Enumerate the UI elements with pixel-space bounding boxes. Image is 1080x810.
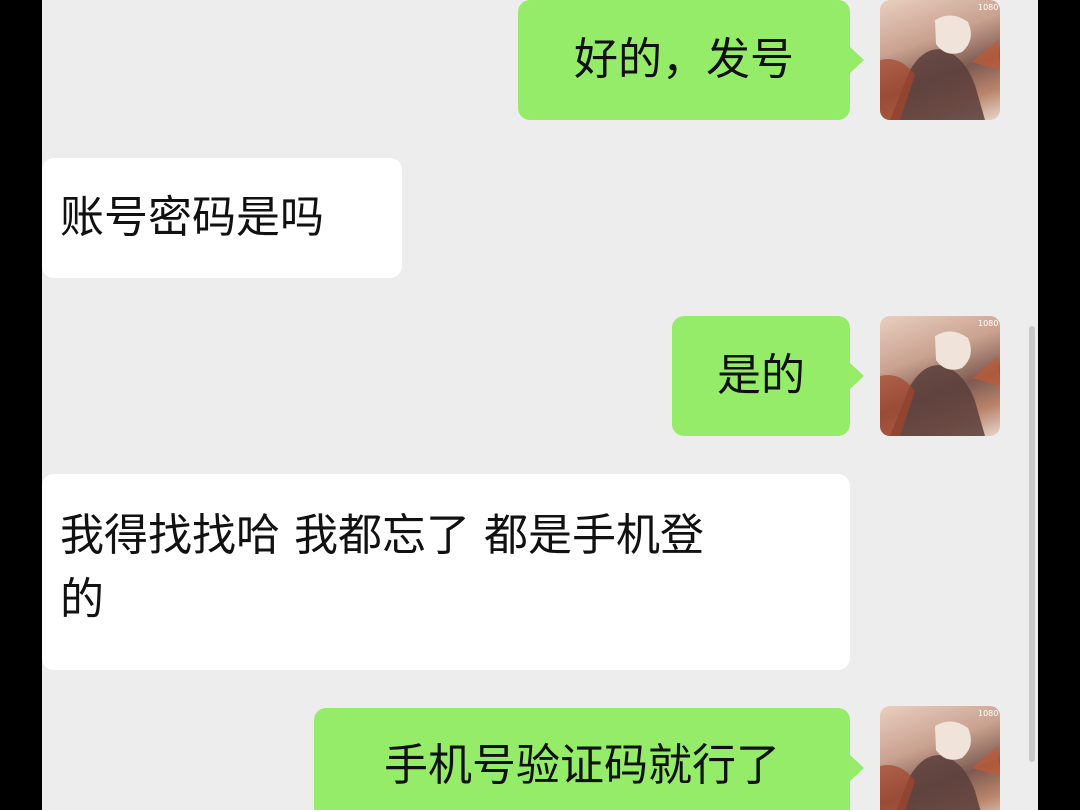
- avatar-badge: 1080: [978, 319, 998, 328]
- message-text-line: 的: [60, 574, 104, 625]
- bubble-tail: [850, 363, 864, 389]
- message-bubble[interactable]: 手机号验证码就行了: [314, 708, 850, 810]
- avatar-badge: 1080: [978, 3, 998, 12]
- message-text: 是的: [717, 350, 805, 401]
- chat-area: 好的，发号 1080 账号密码是吗 是的 1080 我得找找哈 我都忘了 都是手…: [42, 0, 1038, 810]
- message-text-line: 我得找找哈 我都忘了 都是手机登: [60, 510, 704, 561]
- message-text: 手机号验证码就行了: [384, 740, 780, 791]
- bubble-tail: [850, 755, 864, 781]
- bubble-tail: [850, 47, 864, 73]
- message-bubble[interactable]: 我得找找哈 我都忘了 都是手机登 的: [42, 474, 850, 670]
- avatar[interactable]: 1080: [880, 316, 1000, 436]
- message-bubble[interactable]: 是的: [672, 316, 850, 436]
- scrollbar[interactable]: [1029, 326, 1035, 762]
- message-text: 好的，发号: [574, 34, 794, 85]
- message-text: 账号密码是吗: [60, 192, 324, 243]
- avatar[interactable]: 1080: [880, 0, 1000, 120]
- avatar[interactable]: 1080: [880, 706, 1000, 810]
- avatar-image: 1080: [880, 709, 1000, 810]
- message-bubble[interactable]: 账号密码是吗: [42, 158, 402, 278]
- message-bubble[interactable]: 好的，发号: [518, 0, 850, 120]
- avatar-image: 1080: [880, 3, 1000, 120]
- avatar-image: 1080: [880, 319, 1000, 436]
- avatar-badge: 1080: [978, 709, 998, 718]
